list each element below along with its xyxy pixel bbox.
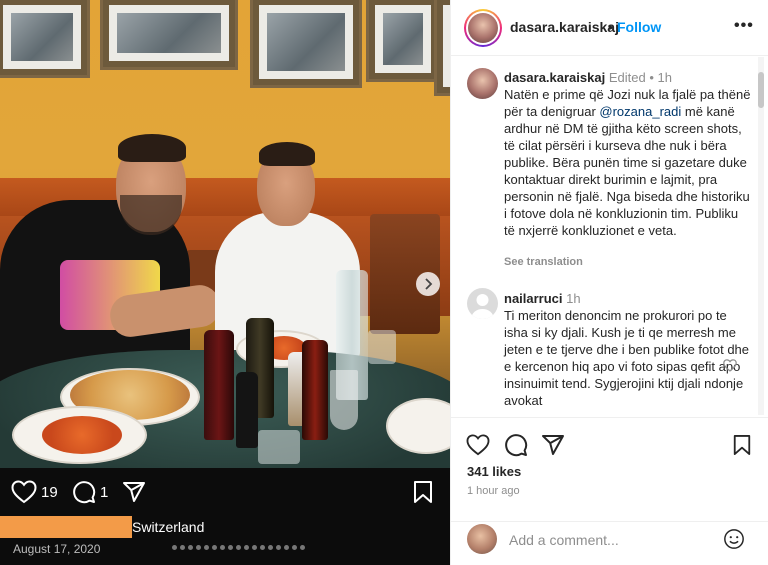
comment-bubble-icon (505, 434, 528, 457)
smiley-icon[interactable] (723, 528, 745, 550)
bookmark-icon (733, 434, 751, 455)
likes-count: 19 (41, 483, 58, 501)
pasta (42, 416, 122, 454)
comment-like-button[interactable] (723, 359, 737, 377)
carousel-dots (172, 545, 305, 550)
paper-plane-icon (123, 482, 145, 502)
comment-text: Ti meriton denoncim ne prokurori po te i… (504, 308, 750, 408)
bookmark-icon (414, 481, 432, 503)
post-photo[interactable] (0, 0, 450, 468)
caption-avatar[interactable] (467, 68, 498, 99)
glass (258, 430, 300, 464)
scrollbar-track[interactable] (758, 57, 764, 415)
likes-summary[interactable]: 341 likes (467, 464, 521, 479)
more-options-icon[interactable]: ••• (734, 17, 754, 35)
caption-time: 1h (657, 70, 672, 85)
like-button[interactable]: 19 (11, 480, 58, 504)
heart-icon (11, 480, 37, 504)
save-button[interactable] (412, 480, 434, 504)
location-text: Switzerland (132, 519, 205, 535)
pepper-mill (236, 372, 258, 448)
comment-time: 1h (566, 291, 581, 306)
scrollbar-thumb[interactable] (758, 72, 764, 108)
redaction-bar (0, 516, 132, 538)
wall-frame (100, 0, 238, 70)
cola-bottle (302, 340, 328, 440)
wall-frame (366, 0, 440, 82)
separator-dot: • (608, 19, 613, 35)
comment: nailarruci 1h Ti meriton denoncim ne pro… (504, 290, 752, 409)
location-label[interactable]: Switzerland (0, 516, 204, 538)
glass (368, 330, 396, 364)
wall-frame (434, 0, 450, 96)
heart-icon (466, 434, 490, 456)
wall-frame (250, 0, 362, 88)
share-button[interactable] (540, 432, 566, 458)
share-button[interactable] (122, 480, 146, 504)
comments-list[interactable]: dasara.karaiskaj Edited • 1h Natën e pri… (451, 57, 768, 417)
caption-text-part2: më kanë ardhur në DM të gjitha këto scre… (504, 104, 750, 238)
chevron-right-icon (425, 278, 433, 290)
right-panel: dasara.karaiskaj • Follow ••• dasara.kar… (450, 0, 768, 565)
add-comment-input[interactable] (509, 530, 709, 550)
left-panel: 19 1 Switzerland August 17, 2020 (0, 0, 450, 565)
comment-button[interactable] (503, 432, 529, 458)
add-comment-bar (451, 521, 768, 565)
post-date: August 17, 2020 (13, 542, 101, 556)
heart-icon (723, 359, 737, 372)
comment-button[interactable]: 1 (72, 480, 108, 504)
comments-count: 1 (100, 483, 109, 501)
caption: dasara.karaiskaj Edited • 1h Natën e pri… (504, 70, 751, 238)
commenter-username[interactable]: nailarruci (504, 291, 563, 306)
author-avatar[interactable] (464, 9, 502, 47)
current-user-avatar (467, 524, 497, 554)
save-button[interactable] (729, 432, 755, 458)
wine-glass (330, 370, 358, 430)
post-time-ago[interactable]: 1 hour ago (467, 485, 520, 497)
post-header: dasara.karaiskaj • Follow ••• (451, 0, 768, 56)
default-avatar-icon (471, 294, 494, 319)
paper-plane-icon (542, 435, 564, 455)
follow-button[interactable]: Follow (617, 19, 661, 35)
post-actions: 341 likes 1 hour ago (451, 417, 768, 521)
see-translation-link[interactable]: See translation (504, 256, 583, 268)
like-button[interactable] (465, 432, 491, 458)
caption-username[interactable]: dasara.karaiskaj (504, 70, 605, 85)
commenter-avatar[interactable] (467, 288, 498, 319)
wall-frame (0, 0, 90, 78)
edited-label: Edited (608, 70, 646, 85)
next-photo-button[interactable] (416, 272, 440, 296)
wine-bottle (204, 330, 234, 440)
comment-bubble-icon (73, 481, 96, 504)
mention-link[interactable]: @rozana_radi (599, 104, 681, 119)
author-username[interactable]: dasara.karaiskaj (510, 19, 619, 35)
